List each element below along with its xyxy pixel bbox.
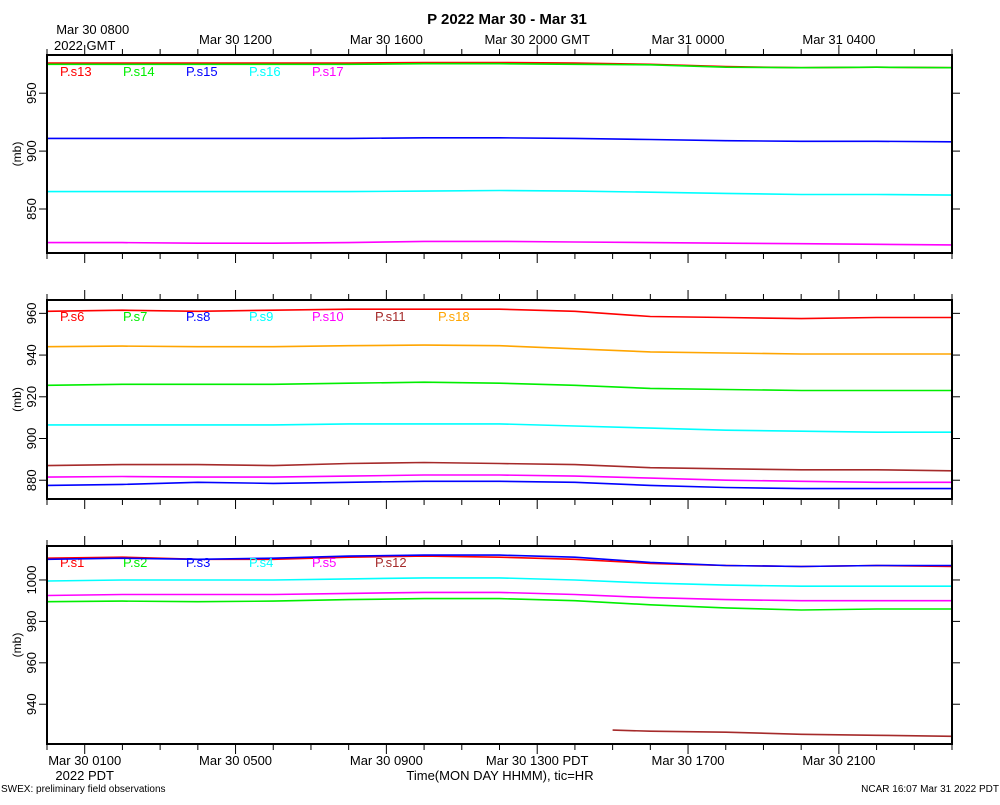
legend-label: P.s9 bbox=[249, 309, 273, 324]
y-axis-label: (mb) bbox=[10, 387, 24, 412]
top-tick-label: Mar 30 2000 GMT bbox=[484, 32, 590, 47]
series-line-P-s11 bbox=[47, 461, 952, 472]
bottom-tick-label-2: 2022 PDT bbox=[55, 768, 114, 783]
bottom-tick-label: Mar 30 0900 bbox=[350, 753, 423, 768]
series-line-P-s15 bbox=[47, 137, 952, 143]
y-tick-label: 960 bbox=[24, 302, 39, 324]
series-line-P-s12 bbox=[612, 729, 952, 738]
x-axis-label: Time(MON DAY HHMM), tic=HR bbox=[406, 768, 593, 783]
y-tick-label: 880 bbox=[24, 469, 39, 491]
legend-label: P.s6 bbox=[60, 309, 84, 324]
legend-label: P.s5 bbox=[312, 555, 336, 570]
legend-label: P.s8 bbox=[186, 309, 210, 324]
series-line-P-s8 bbox=[47, 480, 952, 490]
top-tick-label: Mar 31 0400 bbox=[802, 32, 875, 47]
legend-label: P.s11 bbox=[375, 309, 406, 324]
series-line-P-s6 bbox=[47, 308, 952, 320]
y-tick-label: 950 bbox=[24, 82, 39, 104]
legend-label: P.s1 bbox=[60, 555, 84, 570]
top-tick-label: Mar 30 0800 bbox=[56, 22, 129, 37]
legend-label: P.s4 bbox=[249, 555, 273, 570]
y-tick-label: 940 bbox=[24, 344, 39, 366]
panel-frame bbox=[46, 545, 953, 745]
series-line-P-s17 bbox=[47, 240, 952, 246]
series-line-P-s5 bbox=[47, 591, 952, 602]
y-tick-label: 900 bbox=[24, 428, 39, 450]
legend-label: P.s7 bbox=[123, 309, 147, 324]
y-axis-label: (mb) bbox=[10, 633, 24, 658]
y-tick-label: 940 bbox=[24, 693, 39, 715]
legend-label: P.s15 bbox=[186, 64, 218, 79]
y-axis-label: (mb) bbox=[10, 142, 24, 167]
legend-label: P.s16 bbox=[249, 64, 281, 79]
y-tick-label: 960 bbox=[24, 652, 39, 674]
bottom-tick-label: Mar 30 0500 bbox=[199, 753, 272, 768]
y-tick-label: 850 bbox=[24, 198, 39, 220]
top-tick-label: Mar 31 0000 bbox=[652, 32, 725, 47]
legend-label: P.s12 bbox=[375, 555, 407, 570]
series-line-P-s1 bbox=[47, 555, 952, 568]
bottom-tick-label: Mar 30 1700 bbox=[652, 753, 725, 768]
top-tick-label: Mar 30 1200 bbox=[199, 32, 272, 47]
legend-label: P.s17 bbox=[312, 64, 344, 79]
y-tick-label: 980 bbox=[24, 611, 39, 633]
legend-label: P.s13 bbox=[60, 64, 92, 79]
legend-label: P.s3 bbox=[186, 555, 210, 570]
chart-title: P 2022 Mar 30 - Mar 31 bbox=[427, 11, 587, 28]
legend-label: P.s14 bbox=[123, 64, 155, 79]
footer-left: SWEX: preliminary field observations bbox=[1, 784, 166, 795]
y-tick-label: 920 bbox=[24, 386, 39, 408]
series-line-P-s18 bbox=[47, 344, 952, 355]
legend-label: P.s18 bbox=[438, 309, 470, 324]
legend-label: P.s2 bbox=[123, 555, 147, 570]
y-tick-label: 1000 bbox=[24, 566, 39, 595]
footer-right: NCAR 16:07 Mar 31 2022 PDT bbox=[861, 784, 999, 795]
bottom-tick-label: Mar 30 0100 bbox=[48, 753, 121, 768]
pressure-chart: P 2022 Mar 30 - Mar 31 Time(MON DAY HHMM… bbox=[1, 11, 999, 795]
y-tick-label: 900 bbox=[24, 140, 39, 162]
top-tick-label-2: 2022 GMT bbox=[54, 38, 115, 53]
series-line-P-s14 bbox=[47, 62, 952, 69]
series-line-P-s16 bbox=[47, 189, 952, 196]
panel-frame bbox=[46, 54, 953, 254]
legend-label: P.s10 bbox=[312, 309, 344, 324]
top-tick-label: Mar 30 1600 bbox=[350, 32, 423, 47]
series-line-P-s9 bbox=[47, 423, 952, 433]
bottom-tick-label: Mar 30 2100 bbox=[802, 753, 875, 768]
bottom-tick-label: Mar 30 1300 PDT bbox=[486, 753, 589, 768]
series-line-P-s4 bbox=[47, 577, 952, 587]
series-line-P-s7 bbox=[47, 381, 952, 392]
